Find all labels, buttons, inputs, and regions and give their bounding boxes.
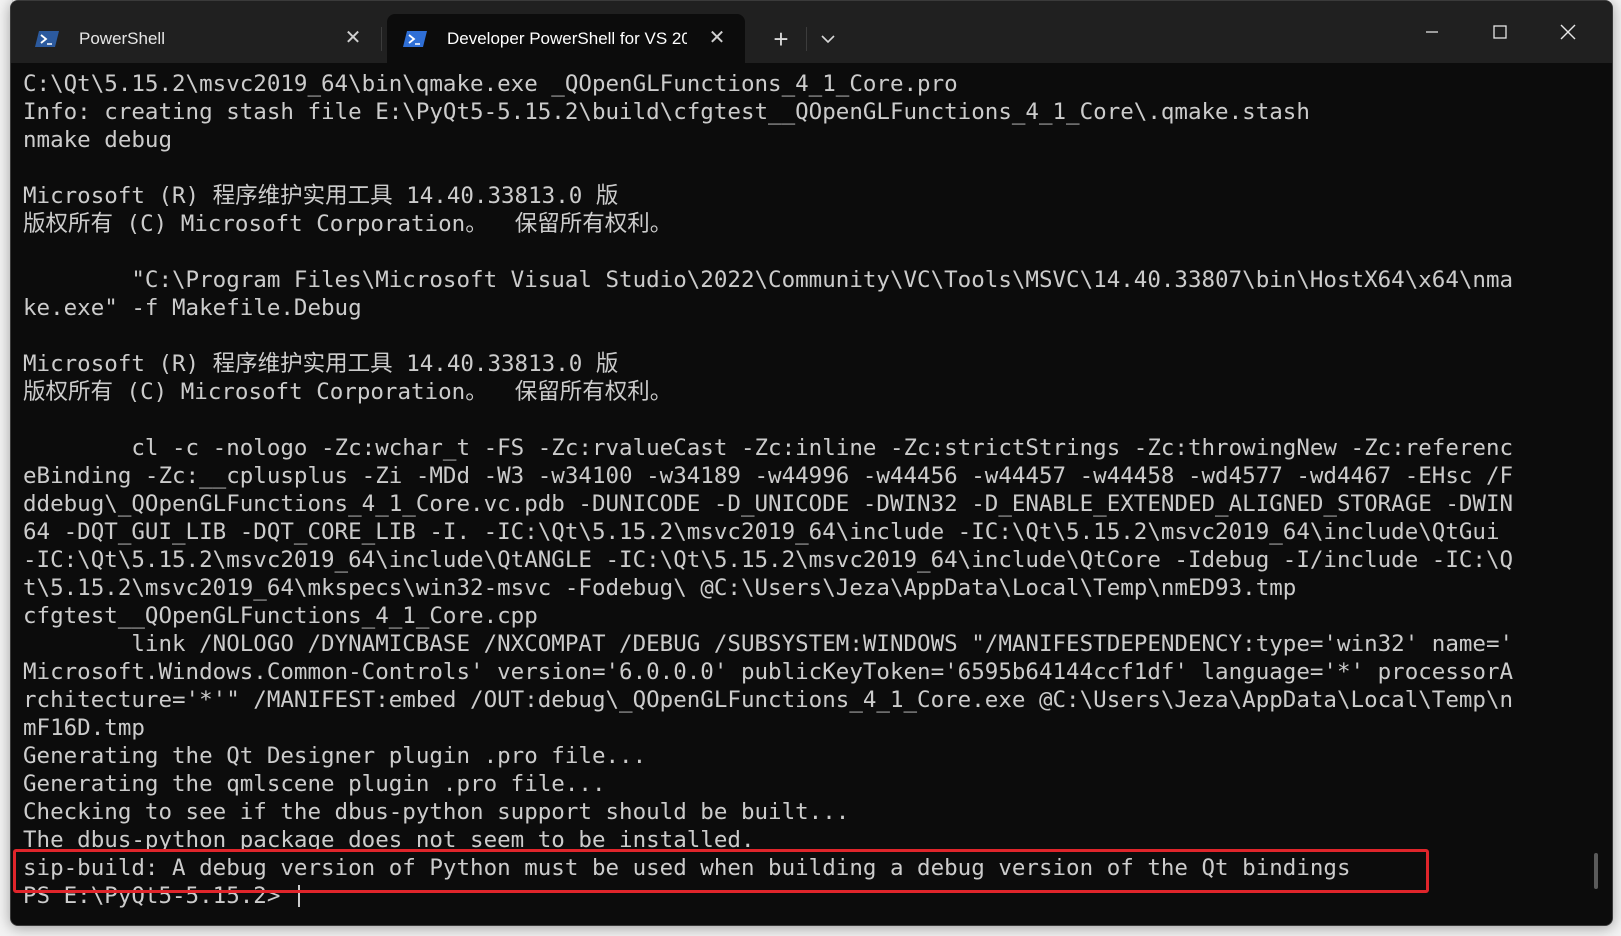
terminal-line: 版权所有 (C) Microsoft Corporation。 保留所有权利。 [23,211,673,237]
title-bar[interactable]: PowerShell ✕ Developer PowerShell for VS… [11,1,1612,63]
terminal-line: Checking to see if the dbus-python suppo… [23,799,850,825]
tab-divider [381,27,382,51]
terminal-line: Microsoft (R) 程序维护实用工具 14.40.33813.0 版 [23,183,619,209]
terminal-line: -IC:\Qt\5.15.2\msvc2019_64\include\QtANG… [23,547,1514,573]
tab-dropdown-button[interactable] [811,21,845,57]
terminal-line: 版权所有 (C) Microsoft Corporation。 保留所有权利。 [23,379,673,405]
terminal-line: link /NOLOGO /DYNAMICBASE /NXCOMPAT /DEB… [23,631,1514,657]
close-icon[interactable]: ✕ [705,26,729,50]
terminal-line: 64 -DQT_GUI_LIB -DQT_CORE_LIB -I. -IC:\Q… [23,519,1500,545]
terminal-line: cl -c -nologo -Zc:wchar_t -FS -Zc:rvalue… [23,435,1514,461]
terminal-line: Generating the qmlscene plugin .pro file… [23,771,606,797]
new-tab-separator [806,27,807,51]
terminal-output[interactable]: C:\Qt\5.15.2\msvc2019_64\bin\qmake.exe _… [11,63,1612,925]
terminal-line: Microsoft (R) 程序维护实用工具 14.40.33813.0 版 [23,351,619,377]
terminal-line: Microsoft.Windows.Common-Controls' versi… [23,659,1514,685]
terminal-line: ke.exe" -f Makefile.Debug [23,295,362,321]
powershell-icon [403,30,427,47]
terminal-line: nmake debug [23,127,173,153]
tab-label: PowerShell [79,28,165,48]
terminal-window: PowerShell ✕ Developer PowerShell for VS… [10,0,1613,926]
terminal-line: t\5.15.2\msvc2019_64\mkspecs\win32-msvc … [23,575,1297,601]
close-icon[interactable]: ✕ [341,26,365,50]
close-window-button[interactable] [1545,11,1591,51]
minimize-icon [1426,31,1438,33]
maximize-button[interactable] [1477,11,1523,51]
terminal-line: eBinding -Zc:__cplusplus -Zi -MDd -W3 -w… [23,463,1514,489]
powershell-icon [35,30,59,47]
terminal-line: mF16D.tmp [23,715,145,741]
close-icon [1560,24,1576,40]
tab-label: Developer PowerShell for VS 2022 [447,28,687,48]
terminal-line: ddebug\_QOpenGLFunctions_4_1_Core.vc.pdb… [23,491,1514,517]
terminal-line: rchitecture='*'" /MANIFEST:embed /OUT:de… [23,687,1514,713]
terminal-line: Info: creating stash file E:\PyQt5-5.15.… [23,99,1310,125]
chevron-down-icon [821,35,835,43]
maximize-icon [1493,25,1507,39]
terminal-line: C:\Qt\5.15.2\msvc2019_64\bin\qmake.exe _… [23,71,958,97]
tab-developer-powershell[interactable]: Developer PowerShell for VS 2022 ✕ [387,14,745,63]
tab-powershell[interactable]: PowerShell ✕ [19,14,381,63]
error-highlight-box [13,849,1429,893]
terminal-scrollbar[interactable] [1594,853,1598,889]
terminal-line: "C:\Program Files\Microsoft Visual Studi… [23,267,1514,293]
minimize-button[interactable] [1409,11,1455,51]
new-tab-button[interactable]: + [763,21,799,57]
terminal-line: Generating the Qt Designer plugin .pro f… [23,743,647,769]
terminal-line: cfgtest__QOpenGLFunctions_4_1_Core.cpp [23,603,538,629]
